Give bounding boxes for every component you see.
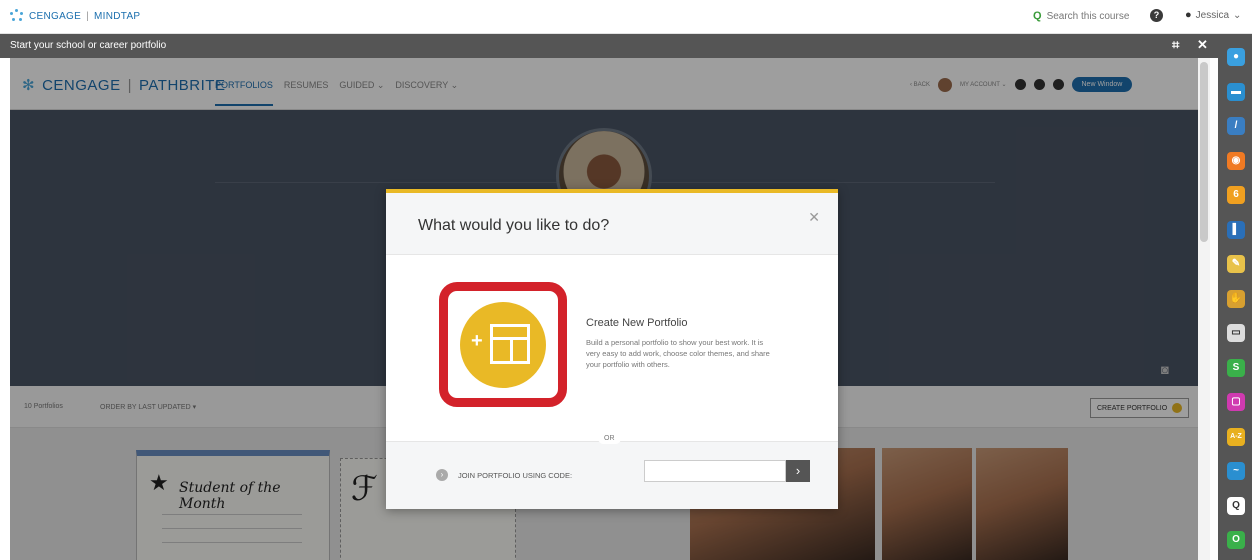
chat-app-icon[interactable]: ▭ (1227, 324, 1245, 342)
briefcase-app-icon[interactable]: ▬ (1227, 82, 1245, 101)
or-divider: OR (598, 433, 621, 444)
user-icon: ● (1185, 9, 1192, 21)
app-dock: ● ▬ / ◉ 6 ▌ ✎ ✋ ▭ S ▢ A-Z ~ Q O (1218, 34, 1252, 560)
brand-cengage: CENGAGE (29, 10, 82, 22)
mindtap-header: CENGAGE | MINDTAP Q Search this course ?… (0, 0, 1252, 34)
layout-grid-icon (490, 323, 530, 364)
brand-separator: | (86, 10, 90, 22)
user-name: Jessica (1195, 9, 1230, 21)
hand-app-icon[interactable]: ✋ (1227, 289, 1245, 308)
aplia-app-icon[interactable]: 6 (1227, 186, 1245, 204)
user-menu[interactable]: ● Jessica ⌄ (1185, 9, 1241, 21)
cengage-logo-icon (10, 9, 24, 23)
submit-code-button[interactable]: › (786, 460, 810, 482)
chevron-down-icon: ⌄ (1233, 9, 1242, 21)
expand-icon[interactable]: ⌗ (1172, 37, 1179, 53)
az-app-icon[interactable]: A-Z (1227, 427, 1245, 446)
modal-overlay[interactable] (10, 58, 1198, 110)
rss-app-icon[interactable]: ◉ (1227, 151, 1245, 170)
s-app-icon[interactable]: S (1227, 358, 1245, 377)
close-icon[interactable]: ✕ (808, 209, 820, 226)
choose-action-dialog: What would you like to do? ✕ + Create Ne… (386, 189, 838, 509)
option-description: Build a personal portfolio to show your … (586, 338, 770, 369)
option-title[interactable]: Create New Portfolio (586, 317, 688, 329)
o-app-icon[interactable]: O (1227, 531, 1245, 549)
google-app-icon[interactable]: ● (1227, 48, 1245, 66)
highlighter-app-icon[interactable]: / (1227, 117, 1245, 135)
join-portfolio-row: › JOIN PORTFOLIO USING CODE: (436, 469, 572, 481)
brand-mindtap: MINDTAP (94, 10, 141, 22)
scrollbar[interactable] (1198, 58, 1210, 560)
plus-icon: + (471, 329, 483, 352)
scrollbar-thumb[interactable] (1200, 62, 1208, 242)
course-search[interactable]: Q Search this course (1033, 10, 1129, 22)
close-icon[interactable]: ✕ (1197, 37, 1208, 53)
notes-app-icon[interactable]: ✎ (1227, 255, 1245, 273)
dialog-footer: › JOIN PORTFOLIO USING CODE: › (386, 441, 838, 509)
help-icon[interactable]: ? (1150, 9, 1163, 22)
dialog-title: What would you like to do? (418, 217, 610, 234)
new-portfolio-icon: + (460, 301, 546, 388)
arrow-right-icon: › (436, 469, 448, 481)
chart-app-icon[interactable]: ~ (1227, 462, 1245, 480)
search-app-icon[interactable]: Q (1227, 496, 1245, 515)
mindtap-logo[interactable]: CENGAGE | MINDTAP (10, 9, 140, 23)
dialog-header: What would you like to do? ✕ (386, 193, 838, 255)
screen-app-icon[interactable]: ▢ (1227, 393, 1245, 411)
activity-title: Start your school or career portfolio (10, 40, 167, 51)
join-portfolio-label: JOIN PORTFOLIO USING CODE: (458, 470, 573, 480)
create-new-portfolio-tile[interactable]: + (439, 282, 567, 407)
book-app-icon[interactable]: ▌ (1227, 220, 1245, 239)
search-placeholder: Search this course (1046, 10, 1130, 22)
portfolio-code-input[interactable] (644, 460, 786, 482)
search-icon: Q (1033, 10, 1042, 22)
activity-title-bar: Start your school or career portfolio (0, 34, 1218, 58)
